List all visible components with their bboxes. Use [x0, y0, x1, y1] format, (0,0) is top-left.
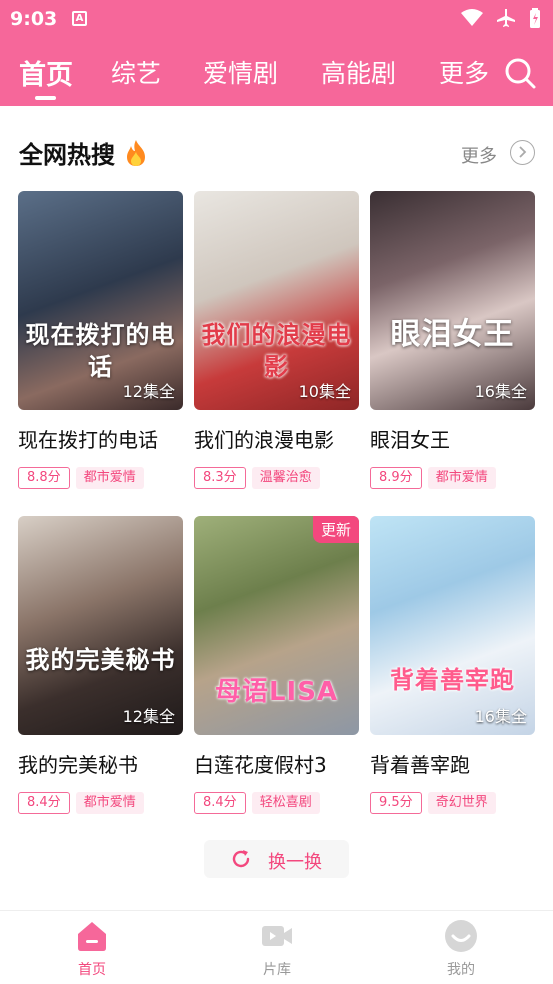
drama-poster[interactable]: 现在拨打的电话 12集全	[18, 191, 183, 410]
bottom-nav-label: 片库	[263, 962, 291, 978]
episode-count: 12集全	[122, 707, 175, 726]
drama-poster[interactable]: 我们的浪漫电影 10集全	[194, 191, 359, 410]
score-badge: 8.4分	[194, 792, 246, 814]
drama-tags: 8.8分 都市爱情	[18, 467, 183, 489]
active-tab-indicator	[35, 96, 56, 100]
tab-variety[interactable]: 综艺	[111, 54, 161, 90]
drama-tags: 9.5分 奇幻世界	[370, 792, 535, 814]
drama-tags: 8.4分 轻松喜剧	[194, 792, 359, 814]
drama-card[interactable]: 我们的浪漫电影 10集全 我们的浪漫电影 8.3分 温馨治愈	[194, 191, 359, 489]
drama-card[interactable]: 我的完美秘书 12集全 我的完美秘书 8.4分 都市爱情	[18, 516, 183, 814]
battery-icon	[530, 7, 540, 28]
drama-card[interactable]: 现在拨打的电话 12集全 现在拨打的电话 8.8分 都市爱情	[18, 191, 183, 489]
drama-poster[interactable]: 更新 母语LISA	[194, 516, 359, 735]
profile-icon	[444, 919, 478, 953]
tab-romance[interactable]: 爱情剧	[203, 54, 278, 90]
drama-tags: 8.3分 温馨治愈	[194, 467, 359, 489]
poster-title-art: 我们的浪漫电影	[201, 321, 352, 381]
drama-title[interactable]: 白莲花度假村3	[194, 749, 359, 778]
tab-home[interactable]: 首页	[19, 53, 73, 92]
status-icons	[453, 7, 541, 29]
score-badge: 8.4分	[18, 792, 70, 814]
score-badge: 8.8分	[18, 467, 70, 489]
poster-title-art: 我的完美秘书	[25, 646, 176, 674]
home-icon	[75, 919, 109, 953]
more-link[interactable]: 更多	[461, 142, 497, 168]
airplane-icon	[496, 8, 515, 27]
video-icon	[260, 919, 294, 953]
poster-title-art: 眼泪女王	[390, 317, 515, 352]
search-icon[interactable]	[503, 56, 537, 90]
chevron-right-icon[interactable]	[510, 140, 535, 165]
drama-title[interactable]: 我的完美秘书	[18, 749, 183, 778]
refresh-label: 换一换	[268, 852, 322, 873]
fire-icon	[127, 140, 145, 166]
poster-title-art: 母语LISA	[214, 677, 339, 707]
status-bar: 9:03 A	[0, 0, 553, 38]
tab-thriller[interactable]: 高能剧	[321, 54, 396, 90]
genre-tag: 奇幻世界	[427, 792, 496, 814]
update-badge: 更新	[312, 516, 359, 543]
genre-tag: 轻松喜剧	[251, 792, 320, 814]
app-header: 9:03 A 首页 综艺 爱情剧 高能剧 更多	[0, 0, 553, 106]
bottom-nav-library[interactable]: 片库	[232, 919, 322, 979]
drama-poster[interactable]: 眼泪女王 16集全	[370, 191, 535, 410]
episode-count: 12集全	[122, 382, 175, 401]
drama-title[interactable]: 眼泪女王	[370, 424, 535, 453]
bottom-nav-label: 我的	[447, 962, 475, 978]
score-badge: 9.5分	[370, 792, 422, 814]
poster-title-art: 现在拨打的电话	[25, 321, 176, 381]
status-time: 9:03	[10, 8, 58, 30]
bottom-nav-profile[interactable]: 我的	[416, 919, 506, 979]
bottom-nav: 首页 片库 我的	[0, 910, 553, 984]
drama-tags: 8.9分 都市爱情	[370, 467, 535, 489]
drama-tags: 8.4分 都市爱情	[18, 792, 183, 814]
top-nav: 首页 综艺 爱情剧 高能剧 更多	[0, 48, 553, 100]
genre-tag: 温馨治愈	[251, 467, 320, 489]
score-badge: 8.3分	[194, 467, 246, 489]
wifi-icon	[460, 8, 483, 26]
genre-tag: 都市爱情	[75, 467, 144, 489]
drama-poster[interactable]: 我的完美秘书 12集全	[18, 516, 183, 735]
poster-title-art: 背着善宰跑	[390, 666, 515, 694]
notification-icon: A	[72, 11, 87, 26]
genre-tag: 都市爱情	[427, 467, 496, 489]
refresh-button[interactable]: 换一换	[204, 840, 349, 878]
drama-card[interactable]: 更新 母语LISA 白莲花度假村3 8.4分 轻松喜剧	[194, 516, 359, 814]
drama-card[interactable]: 背着善宰跑 16集全 背着善宰跑 9.5分 奇幻世界	[370, 516, 535, 814]
score-badge: 8.9分	[370, 467, 422, 489]
refresh-icon	[232, 850, 250, 868]
drama-title[interactable]: 背着善宰跑	[370, 749, 535, 778]
section-title: 全网热搜	[19, 141, 115, 169]
episode-count: 16集全	[474, 707, 527, 726]
drama-poster[interactable]: 背着善宰跑 16集全	[370, 516, 535, 735]
drama-title[interactable]: 现在拨打的电话	[18, 424, 183, 453]
bottom-nav-label: 首页	[78, 962, 106, 978]
genre-tag: 都市爱情	[75, 792, 144, 814]
drama-card[interactable]: 眼泪女王 16集全 眼泪女王 8.9分 都市爱情	[370, 191, 535, 489]
drama-title[interactable]: 我们的浪漫电影	[194, 424, 359, 453]
bottom-nav-home[interactable]: 首页	[47, 919, 137, 979]
episode-count: 10集全	[298, 382, 351, 401]
episode-count: 16集全	[474, 382, 527, 401]
tab-more[interactable]: 更多	[439, 54, 489, 90]
